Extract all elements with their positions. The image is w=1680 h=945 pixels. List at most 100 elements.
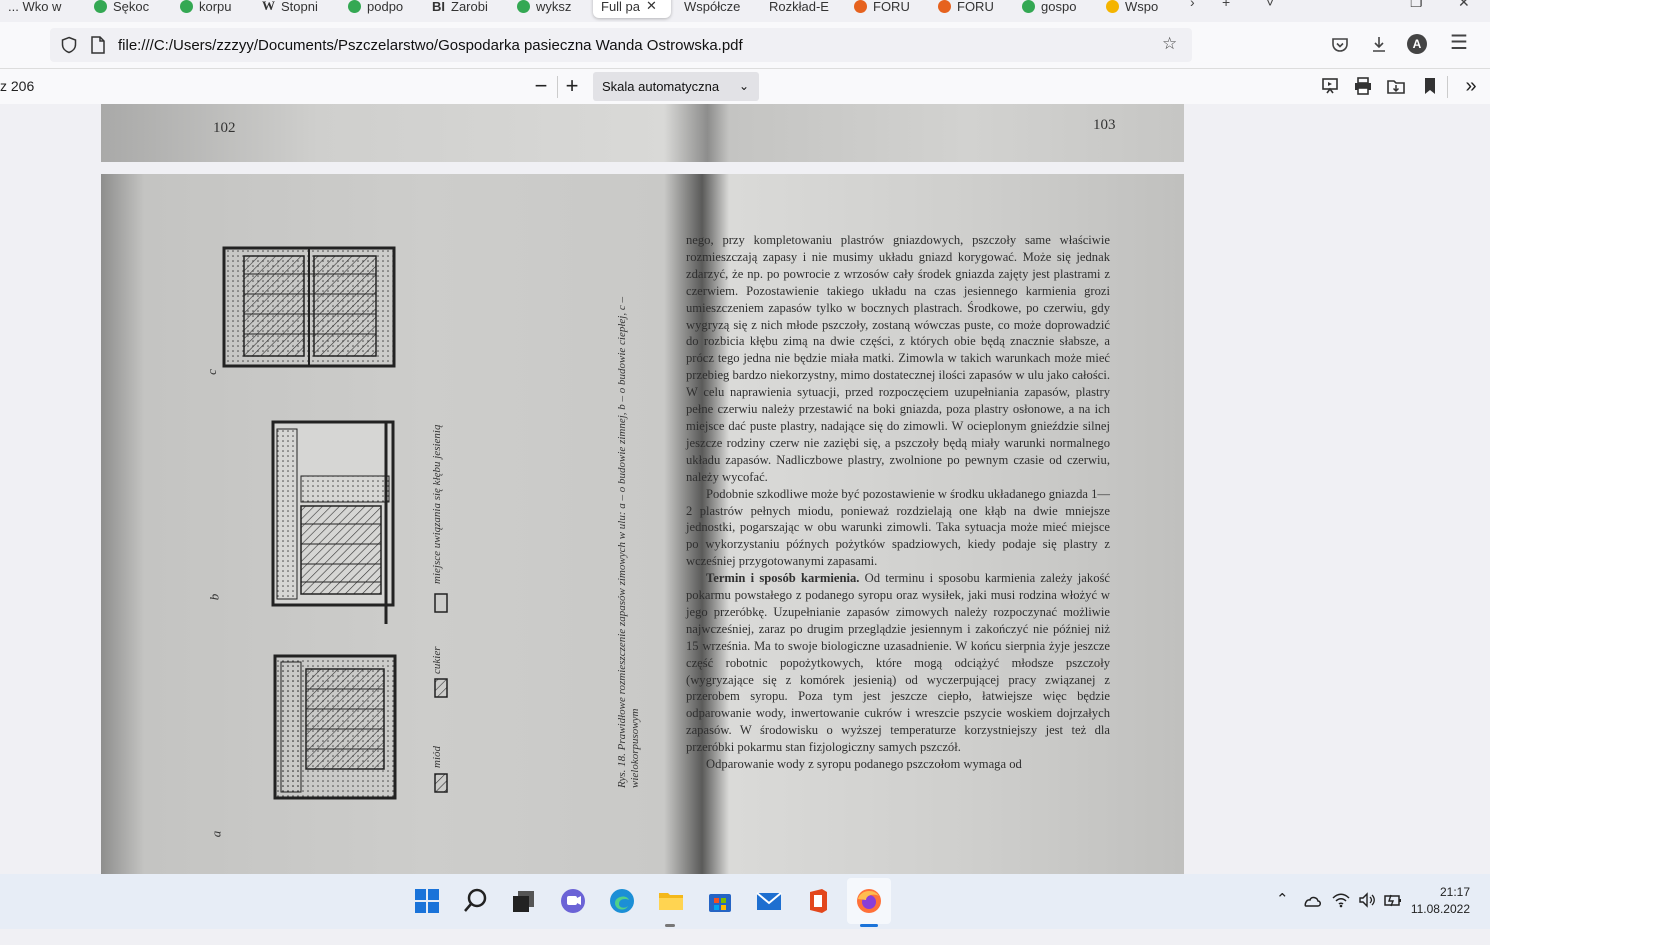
hive-diagram-figure (222, 246, 448, 800)
chat-icon[interactable] (558, 886, 588, 916)
system-clock[interactable]: 21:17 11.08.2022 (1408, 884, 1470, 918)
clock-time: 21:17 (1439, 885, 1470, 899)
tab-strip: ... Wko w Sękoc korpu W Stopni podpo BI Za… (0, 0, 1490, 20)
tab-label: Zarobi (451, 0, 488, 14)
legend-honey-swatch (434, 773, 448, 793)
figure-label-a: a (208, 830, 224, 838)
hamburger-menu-icon[interactable]: ☰ (1450, 33, 1468, 53)
hive-diagram-a (273, 654, 397, 800)
bi-icon: BI (432, 0, 445, 14)
google-icon (348, 0, 361, 13)
pdf-toolbar: z 206 − + Skala automatyczna ⌄ » (0, 69, 1490, 105)
tab-label: wyksz (536, 0, 572, 14)
tab-8[interactable]: Współcze (684, 0, 752, 18)
account-avatar-icon[interactable]: A (1407, 34, 1427, 54)
shield-icon[interactable] (60, 36, 78, 54)
microsoft-store-icon[interactable] (705, 886, 735, 916)
tab-list-chevron-icon[interactable]: ˅ (1266, 0, 1274, 10)
tab-label: Wspo (1125, 0, 1159, 14)
tab-12[interactable]: gospo (1022, 0, 1084, 18)
tab-13[interactable]: Wspo (1106, 0, 1168, 18)
restore-window-icon[interactable]: ❐ (1410, 0, 1423, 11)
firefox-icon[interactable] (854, 886, 884, 916)
onedrive-cloud-icon[interactable] (1302, 893, 1322, 909)
tab-label: podpo (367, 0, 404, 14)
scale-value: Skala automatyczna (602, 79, 720, 94)
clock-date: 11.08.2022 (1410, 902, 1470, 916)
browser-window: ... Wko w Sękoc korpu W Stopni podpo BI Za… (0, 0, 1490, 945)
search-icon[interactable] (461, 886, 491, 916)
download-icon[interactable] (1369, 34, 1389, 54)
volume-icon[interactable] (1358, 892, 1376, 908)
mail-icon[interactable] (754, 886, 784, 916)
toolbar-divider (1447, 76, 1448, 98)
forum-icon (938, 0, 951, 13)
tab-1[interactable]: Sękoc (94, 0, 164, 18)
tab-label: Full pa (601, 0, 641, 14)
tab-5[interactable]: BI Zarobi (432, 0, 504, 18)
tab-4[interactable]: podpo (348, 0, 418, 18)
paragraph-2: Podobnie szkodliwe może być pozostawieni… (686, 486, 1110, 569)
tab-0[interactable]: ... Wko w (8, 0, 72, 18)
running-indicator (665, 924, 675, 927)
tray-chevron-up-icon[interactable]: ⌃ (1276, 890, 1289, 945)
close-tab-icon[interactable]: ✕ (646, 0, 657, 14)
tab-10[interactable]: FORU (854, 0, 918, 18)
url-text[interactable]: file:///C:/Users/zzzyy/Documents/Pszczel… (118, 37, 743, 54)
tab-2[interactable]: korpu (180, 0, 250, 18)
legend-cluster-swatch (434, 593, 448, 613)
close-window-icon[interactable]: ✕ (1458, 0, 1470, 11)
scale-select[interactable]: Skala automatyczna ⌄ (593, 72, 759, 101)
tools-chevron-icon[interactable]: » (1458, 73, 1484, 99)
new-tab-icon[interactable]: + (1222, 0, 1230, 10)
battery-icon[interactable] (1383, 892, 1403, 908)
forum-icon (854, 0, 867, 13)
google-icon (1022, 0, 1035, 13)
hive-diagram-c (222, 246, 396, 368)
pdf-viewer[interactable]: 102 103 c b a miejsce uwiązania się kłęb… (0, 104, 1490, 874)
address-bar[interactable]: file:///C:/Users/zzzyy/Documents/Pszczel… (50, 28, 1192, 62)
tab-9[interactable]: Rozkład-E (769, 0, 837, 18)
tab-label: Stopni (281, 0, 318, 14)
google-icon (180, 0, 193, 13)
figure-label-c: c (203, 369, 219, 375)
legend-sugar-swatch (434, 678, 448, 698)
office-icon[interactable] (803, 886, 833, 916)
tab-3[interactable]: W Stopni (262, 0, 332, 18)
figure-label-b: b (206, 593, 222, 601)
edge-browser-icon[interactable] (607, 886, 637, 916)
wifi-icon[interactable] (1332, 892, 1350, 908)
paragraph-3-text: Od terminu i sposobu karmienia zależy ja… (686, 571, 1110, 755)
page-number-right: 103 (1093, 117, 1116, 133)
windows-start-icon[interactable] (412, 886, 442, 916)
chevron-down-icon: ⌄ (738, 79, 749, 93)
toolbar-divider (557, 76, 558, 98)
body-text: nego, przy kompletowaniu plastrów gniazd… (686, 232, 1110, 773)
task-view-icon[interactable] (509, 886, 539, 916)
page-count: z 206 (0, 78, 35, 94)
tab-label: Współcze (684, 0, 741, 14)
legend-sugar-label: cukier (431, 646, 443, 674)
paragraph-3: Termin i sposób karmienia. Od terminu i … (686, 570, 1110, 756)
blank-area (1490, 0, 1680, 945)
presentation-mode-icon[interactable] (1320, 76, 1340, 96)
tab-6[interactable]: wyksz (517, 0, 587, 18)
legend-cluster-label: miejsce uwiązania się kłębu jesienią (431, 424, 443, 584)
zoom-in-button[interactable]: + (559, 73, 585, 99)
tab-11[interactable]: FORU (938, 0, 1002, 18)
save-icon[interactable] (1386, 76, 1406, 96)
hive-diagram-b (271, 420, 395, 624)
print-icon[interactable] (1353, 76, 1373, 96)
tab-label: FORU (957, 0, 994, 14)
navigation-bar: file:///C:/Users/zzzyy/Documents/Pszczel… (0, 22, 1490, 69)
file-explorer-icon[interactable] (656, 886, 686, 916)
bookmark-icon[interactable] (1420, 76, 1440, 96)
zoom-out-button[interactable]: − (528, 73, 554, 99)
figure-caption: Rys. 18. Prawidłowe rozmieszczenie zapas… (616, 297, 641, 788)
bookmark-star-icon[interactable]: ☆ (1162, 34, 1177, 54)
google-icon (517, 0, 530, 13)
tab-scroll-right-icon[interactable]: › (1190, 0, 1195, 10)
tab-7-active[interactable]: Full pa ✕ (593, 0, 671, 18)
pocket-icon[interactable] (1330, 35, 1350, 55)
google-drive-icon (1106, 0, 1119, 13)
